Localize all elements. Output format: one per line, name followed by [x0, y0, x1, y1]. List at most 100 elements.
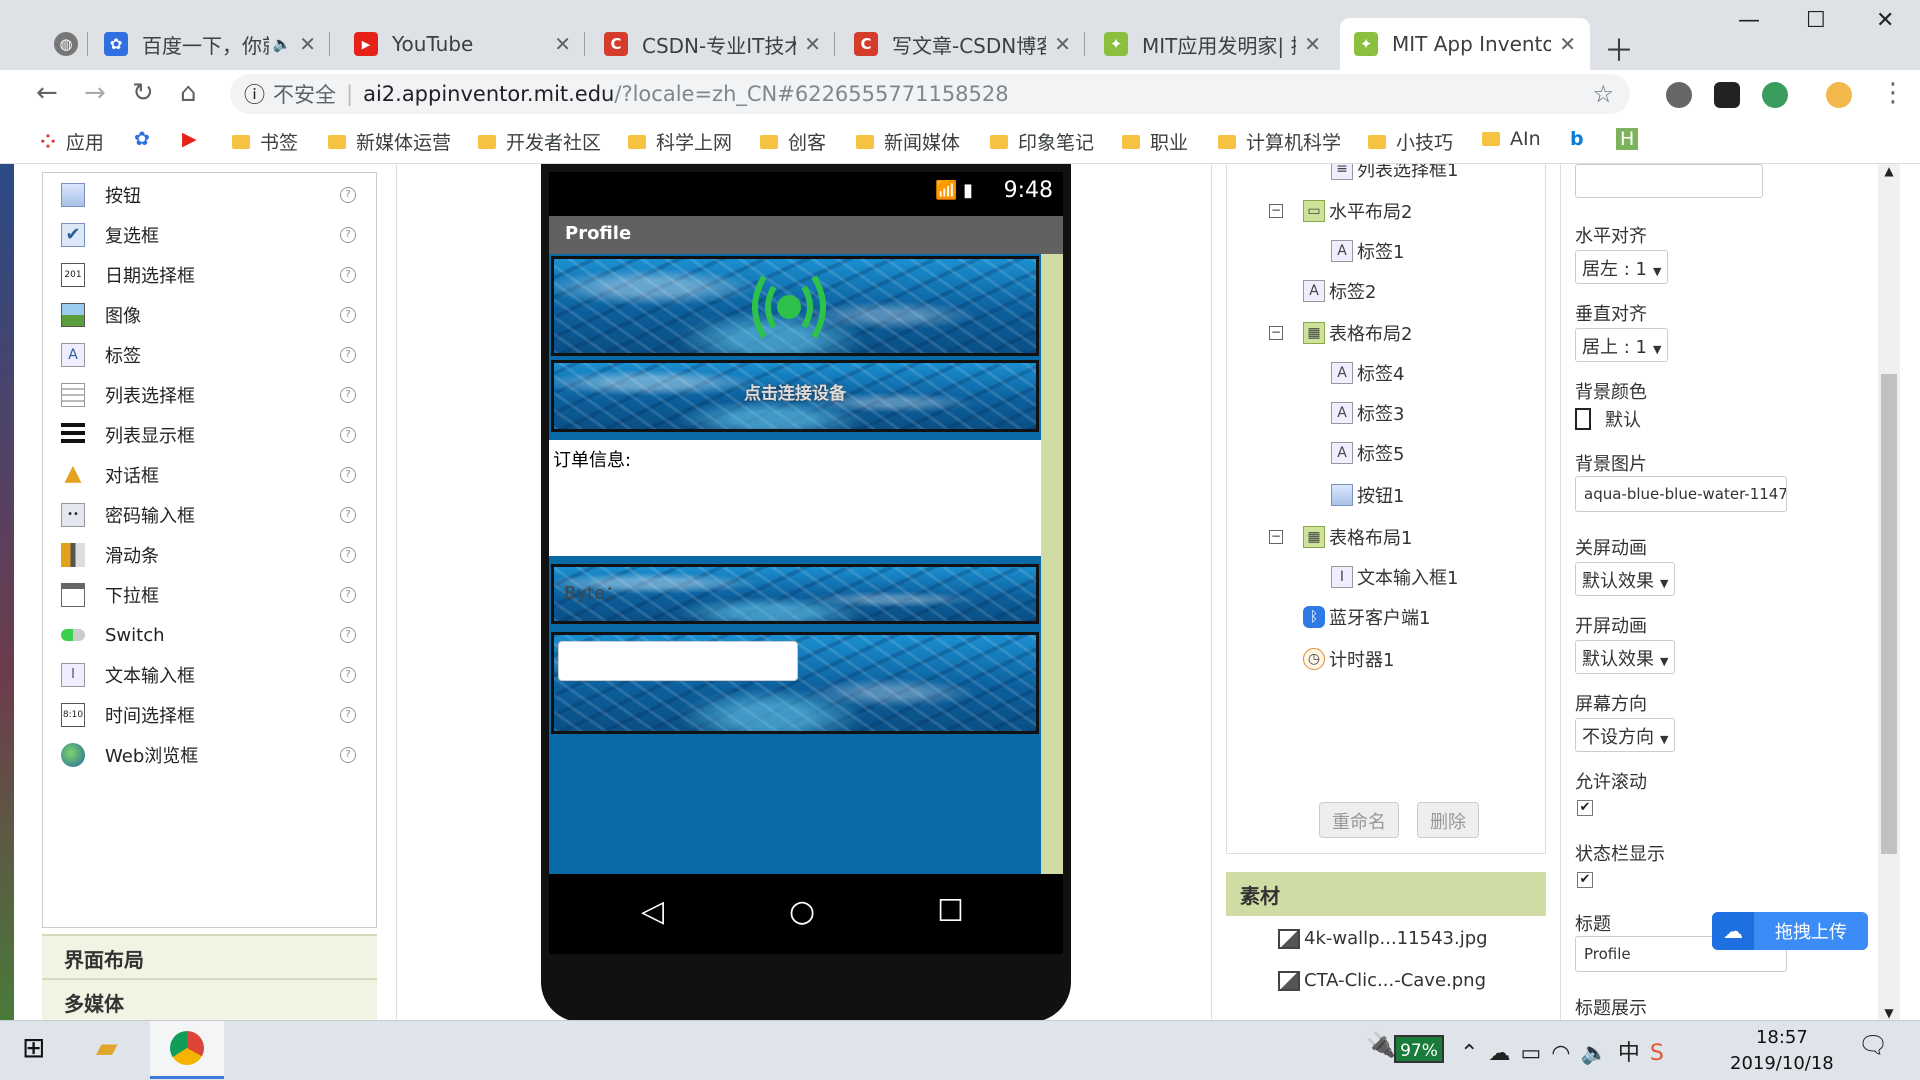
- open-anim-dropdown[interactable]: 默认效果 ▼: [1575, 640, 1676, 674]
- help-icon[interactable]: ?: [340, 387, 356, 403]
- bookmark-folder[interactable]: 计算机科学: [1218, 128, 1341, 155]
- close-tab-icon[interactable]: ✕: [1559, 32, 1576, 56]
- media-file[interactable]: 4k-wallp...11543.jpg: [1278, 928, 1488, 949]
- bookmark-bing[interactable]: b: [1570, 128, 1584, 150]
- scroll-thumb[interactable]: [1881, 374, 1897, 854]
- drag-upload-button[interactable]: ☁ 拖拽上传: [1712, 912, 1868, 950]
- tab-mit-inventor-cn[interactable]: ✦ MIT应用发明家| 探 ✕: [1090, 18, 1335, 70]
- help-icon[interactable]: ?: [340, 467, 356, 483]
- bookmark-folder[interactable]: 科学上网: [628, 128, 732, 155]
- page-scrollbar[interactable]: ▲ ▼: [1878, 164, 1900, 1020]
- reload-icon[interactable]: ↻: [132, 78, 154, 108]
- tree-node-clock1[interactable]: ◷ 计时器1: [1303, 646, 1394, 672]
- close-tab-icon[interactable]: ✕: [804, 32, 821, 56]
- bookmark-folder[interactable]: AIn: [1482, 128, 1541, 150]
- screen-background[interactable]: 点击连接设备 订单信息: Byte：: [549, 254, 1063, 874]
- palette-item-webviewer[interactable]: Web浏览框?: [43, 735, 378, 775]
- tab-globe[interactable]: ◍: [40, 18, 88, 70]
- bookmark-folder[interactable]: 书签: [232, 128, 298, 155]
- extension-icon[interactable]: [1666, 82, 1692, 108]
- palette-item-notifier[interactable]: ▲ 对话框?: [43, 455, 378, 495]
- statusbar-checkbox[interactable]: ✔: [1577, 872, 1593, 888]
- bookmark-folder[interactable]: 新闻媒体: [856, 128, 960, 155]
- bookmark-star-icon[interactable]: ☆: [1592, 80, 1614, 108]
- table-arrangement-1-textbox[interactable]: [551, 632, 1039, 734]
- close-anim-dropdown[interactable]: 默认效果 ▼: [1575, 562, 1676, 596]
- system-clock[interactable]: 18:57 2019/10/18: [1730, 1025, 1834, 1077]
- info-icon[interactable]: ⓘ: [244, 79, 265, 109]
- tree-node-label5[interactable]: A 标签5: [1331, 440, 1404, 466]
- connect-device-label[interactable]: 点击连接设备: [554, 379, 1036, 404]
- battery-indicator[interactable]: 97%: [1394, 1035, 1444, 1063]
- bookmark-youtube[interactable]: ▶: [182, 128, 197, 150]
- palette-item-timepicker[interactable]: 8:10 时间选择框?: [43, 695, 378, 735]
- palette-item-image[interactable]: 图像?: [43, 295, 378, 335]
- scroll-checkbox[interactable]: ✔: [1577, 800, 1593, 816]
- palette-item-spinner[interactable]: 下拉框?: [43, 575, 378, 615]
- bookmark-apps[interactable]: ⁘ 应用: [40, 128, 104, 155]
- bookmark-folder[interactable]: 新媒体运营: [328, 128, 451, 155]
- tree-node-tablearrangement2[interactable]: ▦ 表格布局2: [1303, 320, 1412, 346]
- help-icon[interactable]: ?: [340, 187, 356, 203]
- close-tab-icon[interactable]: ✕: [1304, 32, 1321, 56]
- close-tab-icon[interactable]: ✕: [554, 32, 571, 56]
- extension-icon[interactable]: [1714, 82, 1740, 108]
- help-icon[interactable]: ?: [340, 267, 356, 283]
- file-explorer-icon[interactable]: ▰: [96, 1031, 118, 1064]
- v-align-dropdown[interactable]: 居上 : 1 ▼: [1575, 328, 1669, 362]
- bookmark-ext[interactable]: H: [1616, 128, 1639, 150]
- order-info-label[interactable]: 订单信息:: [549, 440, 1041, 556]
- system-tray[interactable]: ⌃☁▭◠🔈中S: [1460, 1035, 1674, 1067]
- address-bar[interactable]: ⓘ 不安全 | ai2.appinventor.mit.edu /?locale…: [230, 74, 1630, 114]
- minimize-button[interactable]: —: [1738, 8, 1760, 33]
- tree-node-button1[interactable]: 按钮1: [1331, 482, 1404, 508]
- maximize-button[interactable]: ☐: [1806, 8, 1826, 33]
- palette-item-label[interactable]: A 标签?: [43, 335, 378, 375]
- media-file[interactable]: CTA-Clic...-Cave.png: [1278, 970, 1486, 991]
- bookmark-folder[interactable]: 印象笔记: [990, 128, 1094, 155]
- delete-button[interactable]: 删除: [1417, 802, 1479, 838]
- chrome-taskbar-icon[interactable]: [150, 1021, 224, 1079]
- palette-item-listpicker[interactable]: 列表选择框?: [43, 375, 378, 415]
- bookmark-folder[interactable]: 开发者社区: [478, 128, 601, 155]
- bookmark-folder[interactable]: 小技巧: [1368, 128, 1453, 155]
- help-icon[interactable]: ?: [340, 307, 356, 323]
- new-tab-button[interactable]: ＋: [1604, 26, 1634, 70]
- tree-node-textbox1[interactable]: I 文本输入框1: [1331, 564, 1458, 590]
- help-icon[interactable]: ?: [340, 347, 356, 363]
- help-icon[interactable]: ?: [340, 627, 356, 643]
- forward-icon[interactable]: →: [84, 78, 106, 108]
- table-arrangement-2[interactable]: 点击连接设备: [551, 360, 1039, 432]
- help-icon[interactable]: ?: [340, 507, 356, 523]
- help-icon[interactable]: ?: [340, 707, 356, 723]
- notification-icon[interactable]: 🗨: [1858, 1031, 1888, 1059]
- back-icon[interactable]: ←: [36, 78, 58, 108]
- h-align-dropdown[interactable]: 居左 : 1 ▼: [1575, 250, 1669, 284]
- about-screen-textarea[interactable]: [1575, 164, 1763, 198]
- palette-item-button[interactable]: 按钮?: [43, 175, 378, 215]
- menu-icon[interactable]: ⋮: [1880, 78, 1906, 108]
- windows-start-icon[interactable]: ⊞: [22, 1031, 45, 1064]
- tree-node-bluetoothclient1[interactable]: ᛒ 蓝牙客户端1: [1303, 604, 1430, 630]
- palette-item-textbox[interactable]: I 文本输入框?: [43, 655, 378, 695]
- palette-section-media[interactable]: 多媒体: [42, 978, 377, 1020]
- help-icon[interactable]: ?: [340, 547, 356, 563]
- collapse-toggle[interactable]: −: [1269, 204, 1283, 218]
- tree-node-tablearrangement1[interactable]: ▦ 表格布局1: [1303, 524, 1412, 550]
- tree-node-horizontalarrangement2[interactable]: ▭ 水平布局2: [1303, 198, 1412, 224]
- palette-section-layout[interactable]: 界面布局: [42, 934, 377, 978]
- help-icon[interactable]: ?: [340, 667, 356, 683]
- tab-mit-app-inventor[interactable]: ✦ MIT App Inventor ✕: [1340, 18, 1590, 70]
- help-icon[interactable]: ?: [340, 227, 356, 243]
- palette-item-checkbox[interactable]: ✔ 复选框?: [43, 215, 378, 255]
- orientation-dropdown[interactable]: 不设方向 ▼: [1575, 718, 1676, 752]
- byte-label[interactable]: Byte：: [564, 579, 623, 605]
- horizontal-arrangement-2[interactable]: [551, 256, 1039, 356]
- close-window-button[interactable]: ✕: [1876, 8, 1894, 33]
- tab-csdn[interactable]: C CSDN-专业IT技术 ✕: [590, 18, 835, 70]
- tree-node-label2[interactable]: A 标签2: [1303, 278, 1376, 304]
- table-arrangement-1[interactable]: Byte：: [551, 564, 1039, 624]
- profile-avatar[interactable]: [1826, 82, 1852, 108]
- rename-button[interactable]: 重命名: [1319, 802, 1399, 838]
- bookmark-folder[interactable]: 创客: [760, 128, 826, 155]
